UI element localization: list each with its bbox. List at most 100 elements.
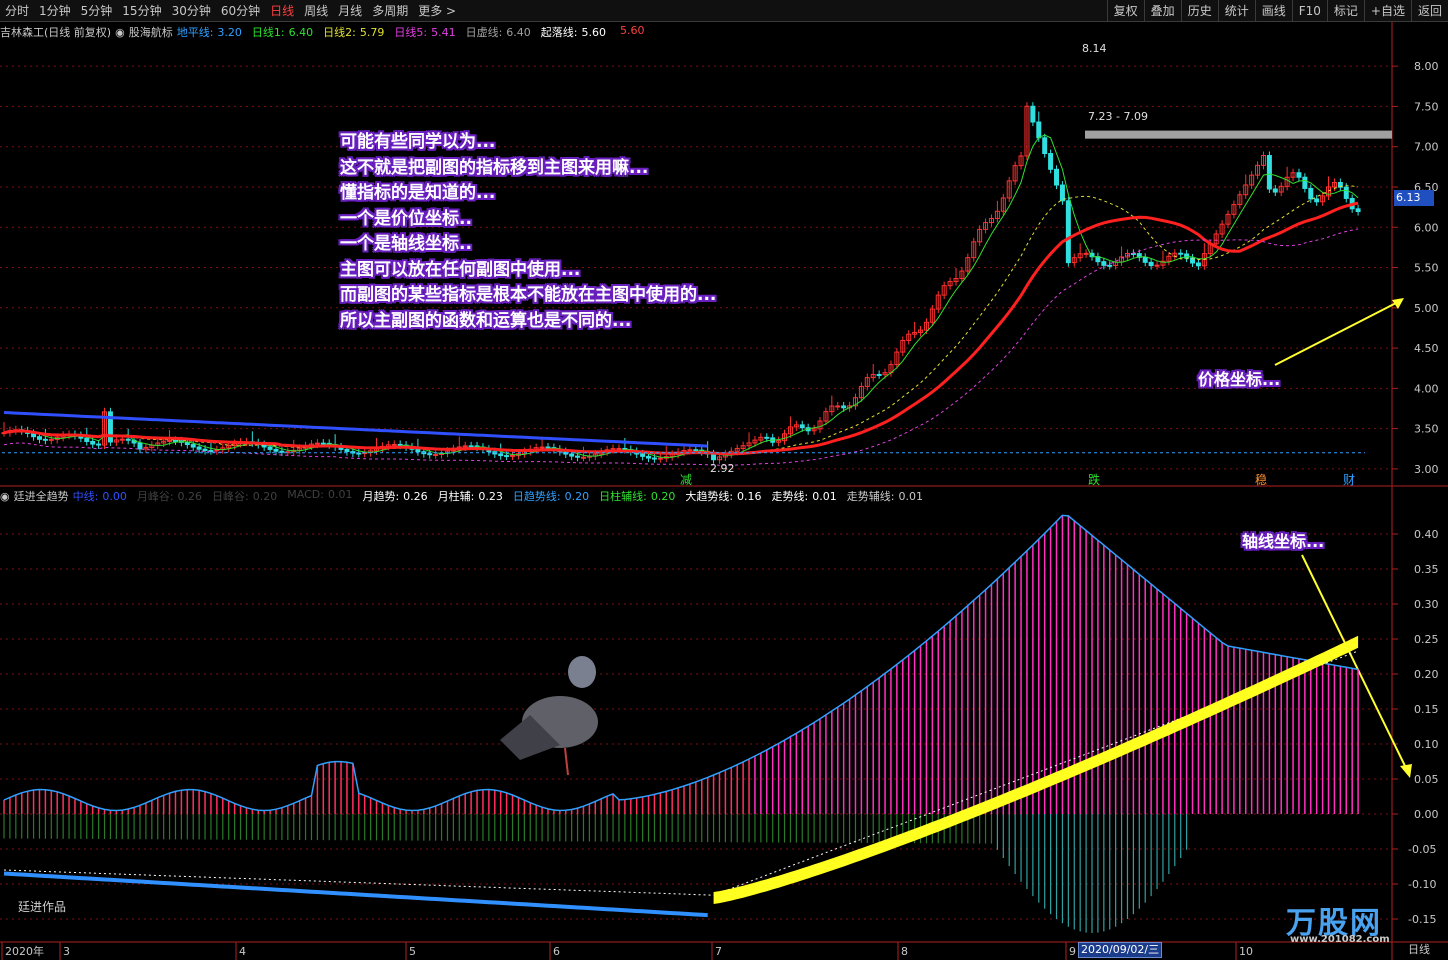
base-line-blue	[3, 871, 708, 918]
candle-body	[569, 453, 575, 457]
candle-body	[137, 442, 143, 450]
main-annotation: 可能有些同学以为... 这不就是把副图的指标移到主图来用嘛... 懂指标的是知道的.…	[340, 130, 716, 334]
y-tick-label: 0.05	[1414, 773, 1439, 786]
candle-body	[1272, 188, 1278, 193]
period-label: 日线	[1408, 943, 1430, 956]
candle-body	[640, 453, 646, 457]
candle-body	[1266, 155, 1272, 190]
y-tick-label: 6.00	[1414, 221, 1439, 234]
candle-body	[545, 446, 551, 449]
candle-body	[314, 442, 320, 445]
candle-body	[433, 453, 439, 456]
dashed-trend	[3, 650, 1359, 896]
candle-body	[468, 445, 474, 448]
last-price-tag: 6.13	[1394, 190, 1434, 206]
x-tick-label: 5	[409, 945, 416, 958]
candle-body	[1048, 153, 1054, 170]
candle-body	[125, 438, 131, 441]
y-tick-label: 0.10	[1414, 738, 1439, 751]
candle-body	[1083, 252, 1089, 255]
candle-body	[1065, 200, 1071, 264]
candle-body	[119, 438, 125, 441]
pigeon-head	[568, 656, 596, 688]
candle-body	[651, 457, 657, 460]
signal-marker: 跌	[1088, 472, 1100, 487]
candle-body	[84, 437, 90, 442]
range-label: 7.23 - 7.09	[1088, 110, 1148, 123]
candle-body	[90, 440, 96, 445]
candle-body	[1343, 186, 1349, 199]
candle-body	[1154, 264, 1160, 267]
y-tick-label: 0.35	[1414, 563, 1439, 576]
candle-body	[48, 438, 54, 441]
candle-body	[1195, 262, 1201, 267]
cursor-date: 2020/09/02/三	[1078, 942, 1163, 958]
candle-body	[876, 373, 882, 376]
high-label: 8.14	[1082, 42, 1107, 55]
y-tick-label: 0.15	[1414, 703, 1439, 716]
signal-marker: 减	[680, 473, 692, 487]
pigeon-leg	[564, 747, 569, 776]
candle-body	[427, 453, 433, 456]
candle-body	[1030, 105, 1036, 123]
candle-body	[397, 443, 403, 446]
candle-body	[799, 424, 805, 429]
candle-body	[504, 455, 510, 458]
candle-body	[616, 447, 622, 450]
y-tick-label: 4.50	[1414, 342, 1439, 355]
y-tick-label: 0.20	[1414, 668, 1439, 681]
candle-body	[1101, 261, 1107, 266]
x-tick-label: 2020年	[5, 944, 44, 958]
candle-body	[202, 448, 208, 452]
y-tick-label: 7.00	[1414, 141, 1439, 154]
watermark-url: www.201082.com	[1290, 934, 1390, 945]
y-tick-label: 5.50	[1414, 262, 1439, 275]
x-tick-label: 8	[901, 945, 908, 958]
price-axis-callout: 价格坐标...	[1198, 370, 1281, 389]
candle-body	[711, 453, 717, 461]
candle-body	[96, 443, 102, 446]
candle-body	[391, 443, 397, 446]
candle-body	[267, 446, 273, 450]
candle-body	[320, 442, 326, 445]
candle-body	[1314, 198, 1320, 203]
candle-body	[196, 446, 202, 450]
x-tick-label: 4	[239, 945, 246, 958]
candle-body	[693, 449, 699, 452]
chart-canvas[interactable]: 8.007.507.006.506.005.505.004.504.003.50…	[0, 0, 1448, 960]
yellow-trend-band	[713, 635, 1359, 904]
candle-body	[42, 438, 48, 441]
annotation-line: 所以主副图的函数和运算也是不同的...	[340, 310, 632, 331]
candle-body	[764, 436, 770, 439]
candle-body	[1054, 168, 1060, 186]
signal-marker: 财	[1343, 473, 1355, 487]
y-tick-label: -0.05	[1408, 843, 1436, 856]
candle-body	[1036, 121, 1042, 139]
y-tick-label: 7.50	[1414, 100, 1439, 113]
y-tick-label: 0.25	[1414, 633, 1439, 646]
candle-body	[344, 448, 350, 453]
y-tick-label: -0.10	[1408, 878, 1436, 891]
axis-line-callout: 轴线坐标...	[1242, 532, 1325, 551]
candle-body	[167, 439, 173, 442]
axis-arrow-head	[1400, 764, 1412, 778]
candle-body	[580, 456, 586, 459]
candle-body	[575, 455, 581, 458]
annotation-line: 而副图的某些指标是根本不能放在主图中使用的...	[340, 285, 717, 305]
candle-body	[273, 448, 279, 452]
y-tick-label: 0.40	[1414, 528, 1439, 541]
candle-body	[1178, 252, 1184, 255]
annotation-line: 这不就是把副图的指标移到主图来用嘛...	[340, 157, 649, 178]
range-band	[1085, 130, 1392, 139]
annotation-line: 懂指标的是知道的...	[340, 183, 496, 203]
y-tick-label: 0.00	[1414, 808, 1439, 821]
candle-body	[687, 449, 693, 452]
candle-body	[1302, 176, 1308, 189]
y-tick-label: 4.00	[1414, 382, 1439, 395]
candle-body	[1042, 137, 1048, 155]
candle-body	[1308, 187, 1314, 200]
candle-body	[1059, 184, 1065, 202]
y-tick-label: -0.15	[1408, 913, 1436, 926]
candle-body	[835, 405, 841, 408]
candle-body	[1184, 253, 1190, 259]
